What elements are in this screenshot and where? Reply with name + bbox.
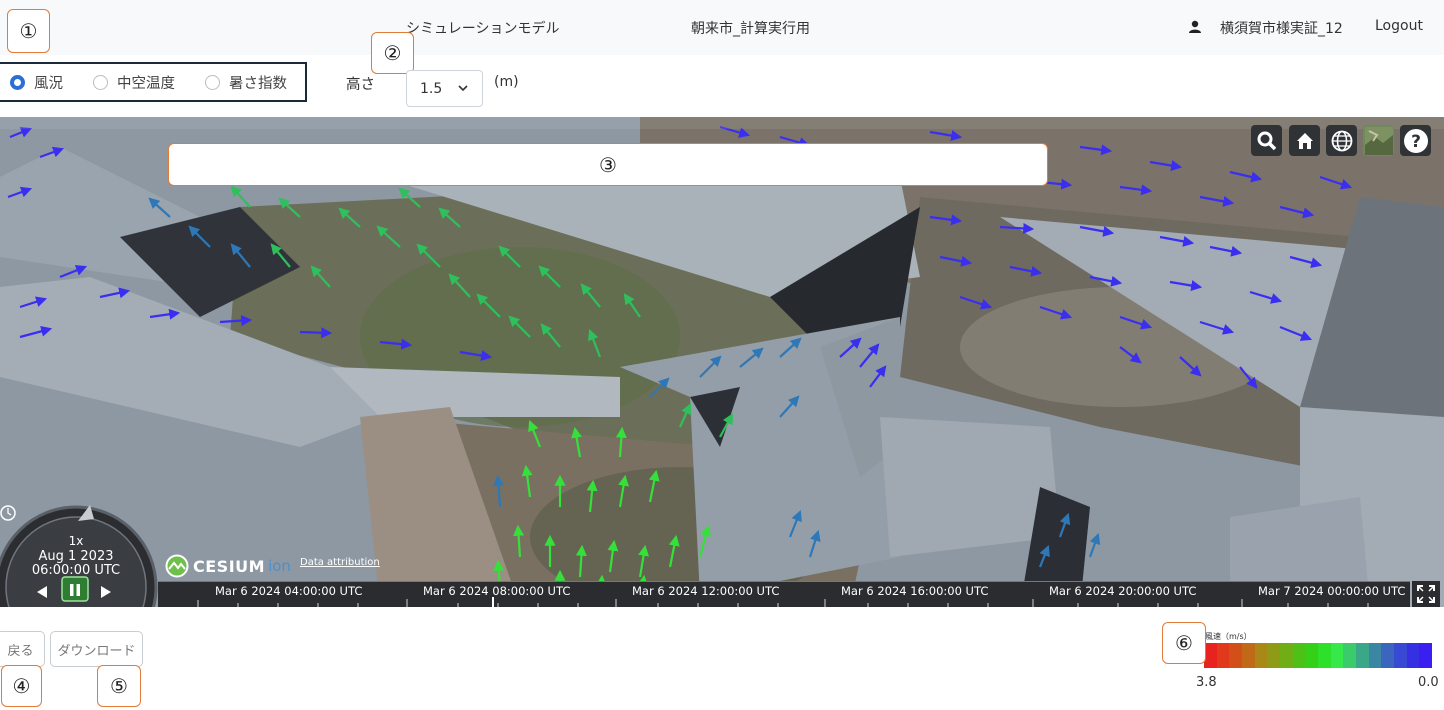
legend-swatch: [1406, 643, 1420, 668]
legend-min-value: 3.8: [1196, 675, 1217, 690]
radio-air-temperature[interactable]: 中空温度: [93, 72, 175, 93]
ion-wordmark: ion: [268, 557, 291, 575]
model-title: シミュレーションモデル: [406, 21, 560, 37]
height-value: 1.5: [420, 80, 443, 97]
radio-heat-index[interactable]: 暑さ指数: [205, 72, 287, 93]
legend-swatch: [1267, 643, 1281, 668]
chevron-down-icon: [458, 85, 468, 92]
radio-air-temperature-label: 中空温度: [117, 75, 175, 92]
play-forward-icon[interactable]: [98, 584, 114, 600]
height-label: 高さ: [346, 77, 375, 93]
legend-swatch: [1229, 643, 1243, 668]
imagery-layer-icon[interactable]: [1363, 125, 1394, 156]
clock-date: Aug 1 2023: [38, 549, 114, 564]
height-unit: (m): [494, 74, 519, 90]
animation-clock-widget[interactable]: 1x Aug 1 2023 06:00:00 UTC: [0, 497, 158, 607]
cesium-logo: CESIUM ion: [165, 554, 291, 578]
height-select[interactable]: 1.5: [406, 70, 483, 107]
svg-text:?: ?: [1411, 132, 1421, 152]
logout-link[interactable]: Logout: [1375, 18, 1423, 34]
callout-2: ②: [371, 32, 414, 74]
radio-unchecked-icon: [205, 74, 220, 90]
project-title: 朝来市_計算実行用: [691, 21, 810, 37]
help-icon[interactable]: ?: [1400, 125, 1431, 156]
clock-speed: 1x: [68, 534, 84, 548]
timeline-tick-label: Mar 6 2024 16:00:00 UTC: [841, 584, 989, 598]
user-name: 横須賀市様実証_12: [1220, 21, 1343, 37]
pause-icon[interactable]: [67, 582, 83, 598]
app-header: シミュレーションモデル 朝来市_計算実行用 横須賀市様実証_12 Logout: [0, 0, 1444, 55]
timeline-tick-label: Mar 6 2024 04:00:00 UTC: [215, 584, 363, 598]
timeline-tick-label: Mar 6 2024 08:00:00 UTC: [423, 584, 571, 598]
data-attribution-link[interactable]: Data attribution: [300, 557, 380, 568]
display-mode-radio-group: 風況 中空温度 暑さ指数: [0, 62, 307, 102]
legend-swatch: [1368, 643, 1382, 668]
legend-max-value: 0.0: [1418, 675, 1439, 690]
callout-1: ①: [7, 9, 50, 53]
globe-icon[interactable]: [1326, 125, 1357, 156]
callout-5: ⑤: [97, 665, 141, 707]
callout-3: ③: [168, 143, 1048, 186]
download-button[interactable]: ダウンロード: [50, 631, 143, 667]
legend-swatch: [1318, 643, 1331, 668]
timeline-bar[interactable]: Mar 6 2024 04:00:00 UTC Mar 6 2024 08:00…: [158, 581, 1410, 607]
radio-unchecked-icon: [93, 74, 108, 90]
legend-swatch: [1394, 643, 1407, 668]
callout-6: ⑥: [1162, 622, 1206, 664]
radio-checked-icon: [10, 74, 25, 90]
legend-swatch: [1381, 643, 1395, 668]
search-icon[interactable]: [1251, 125, 1282, 156]
legend-swatch: [1242, 643, 1255, 668]
person-icon: [1189, 20, 1201, 33]
fullscreen-icon[interactable]: [1412, 581, 1440, 607]
play-reverse-icon[interactable]: [34, 584, 50, 600]
timeline-tick-label: Mar 6 2024 20:00:00 UTC: [1049, 584, 1197, 598]
clock-time: 06:00:00 UTC: [31, 563, 121, 578]
legend-swatch: [1330, 643, 1344, 668]
radio-wind[interactable]: 風況: [10, 72, 63, 93]
legend-swatch: [1216, 643, 1230, 668]
cesium-logo-icon: [165, 554, 189, 578]
legend-swatch: [1343, 643, 1357, 668]
home-icon[interactable]: [1289, 125, 1320, 156]
cesium-3d-viewer[interactable]: ? ③ 1x Aug 1 2023 06:00:00 UTC CESIUM io…: [0, 117, 1444, 607]
timeline-tick-label: Mar 7 2024 00:00:00 UTC: [1258, 584, 1406, 598]
legend-swatch: [1280, 643, 1293, 668]
timeline-ruler: [197, 597, 1369, 607]
wind-speed-color-scale: [1204, 643, 1433, 668]
callout-4: ④: [1, 665, 42, 707]
legend-swatch: [1356, 643, 1369, 668]
radio-heat-index-label: 暑さ指数: [229, 75, 287, 92]
legend-title: 風速（m/s）: [1205, 632, 1252, 641]
timeline-tick-label: Mar 6 2024 12:00:00 UTC: [632, 584, 780, 598]
back-button[interactable]: 戻る: [0, 631, 45, 667]
radio-wind-label: 風況: [34, 75, 63, 92]
legend-swatch: [1419, 643, 1433, 668]
city-3d-scene[interactable]: [0, 117, 1444, 607]
legend-swatch: [1254, 643, 1268, 668]
cesium-wordmark: CESIUM: [193, 556, 266, 576]
legend-swatch: [1305, 643, 1319, 668]
legend-swatch: [1292, 643, 1306, 668]
